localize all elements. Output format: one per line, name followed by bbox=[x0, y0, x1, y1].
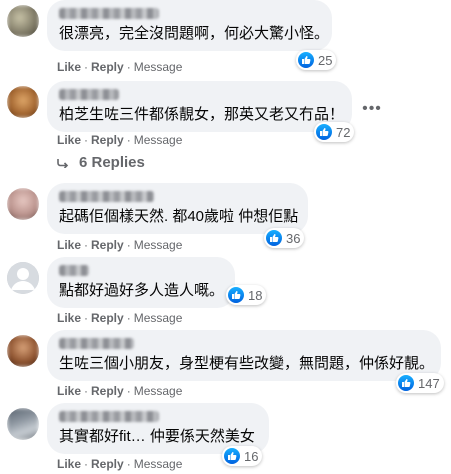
author-name-redacted[interactable] bbox=[59, 8, 159, 19]
default-avatar-icon bbox=[7, 262, 39, 294]
comment-actions: Like · Reply · Message bbox=[57, 457, 182, 471]
comment-bubble: 生咗三個小朋友，身型梗有些改變，無問題，仲係好靚。 bbox=[47, 330, 441, 381]
separator: · bbox=[84, 133, 89, 147]
separator: · bbox=[84, 311, 89, 325]
reaction-number: 147 bbox=[418, 375, 440, 391]
like-reaction-icon bbox=[266, 230, 282, 246]
reaction-number: 16 bbox=[244, 448, 259, 464]
reply-button[interactable]: Reply bbox=[91, 60, 124, 74]
comment-text: 柏芝生咗三件都係靚女，那英又老又冇品！ bbox=[59, 106, 345, 123]
reply-button[interactable]: Reply bbox=[91, 133, 124, 147]
like-reaction-icon bbox=[398, 375, 414, 391]
reaction-count[interactable]: 18 bbox=[226, 285, 267, 305]
more-horizontal-icon[interactable]: ••• bbox=[362, 99, 382, 119]
separator: · bbox=[84, 457, 89, 471]
like-reaction-icon bbox=[298, 52, 314, 68]
message-button[interactable]: Message bbox=[134, 133, 183, 147]
avatar[interactable] bbox=[7, 5, 39, 37]
reaction-number: 18 bbox=[248, 287, 263, 303]
author-name-redacted[interactable] bbox=[59, 338, 134, 349]
reaction-count[interactable]: 36 bbox=[264, 228, 305, 248]
separator: · bbox=[84, 384, 89, 398]
like-button[interactable]: Like bbox=[57, 457, 81, 471]
like-button[interactable]: Like bbox=[57, 238, 81, 252]
author-name-redacted[interactable] bbox=[59, 265, 89, 276]
view-replies-button[interactable]: 6 Replies bbox=[57, 154, 145, 171]
like-button[interactable]: Like bbox=[57, 311, 81, 325]
separator: · bbox=[84, 60, 89, 74]
reply-button[interactable]: Reply bbox=[91, 457, 124, 471]
like-reaction-icon bbox=[228, 287, 244, 303]
message-button[interactable]: Message bbox=[134, 238, 183, 252]
comment-bubble: 點都好過好多人造人嘅。 bbox=[47, 257, 235, 308]
comment-actions: Like · Reply · Message bbox=[57, 384, 182, 398]
separator: · bbox=[126, 133, 131, 147]
avatar[interactable] bbox=[7, 86, 39, 118]
separator: · bbox=[126, 457, 131, 471]
comment-text: 生咗三個小朋友，身型梗有些改變，無問題，仲係好靚。 bbox=[59, 355, 435, 372]
comment-actions: Like · Reply · Message bbox=[57, 311, 182, 325]
comment-text: 起碼佢個樣天然. 都40歲啦 仲想佢點 bbox=[59, 208, 299, 225]
like-reaction-icon bbox=[316, 124, 332, 140]
author-name-redacted[interactable] bbox=[59, 191, 154, 202]
avatar[interactable] bbox=[7, 335, 39, 367]
separator: · bbox=[84, 238, 89, 252]
like-reaction-icon bbox=[224, 448, 240, 464]
comment-text: 很漂亮，完全沒問題啊，何必大驚小怪。 bbox=[59, 25, 330, 42]
message-button[interactable]: Message bbox=[134, 60, 183, 74]
comment-actions: Like · Reply · Message bbox=[57, 133, 182, 147]
reaction-number: 25 bbox=[318, 52, 333, 68]
reaction-count[interactable]: 25 bbox=[296, 50, 337, 70]
comment-bubble: 起碼佢個樣天然. 都40歲啦 仲想佢點 bbox=[47, 183, 308, 234]
comment-actions: Like · Reply · Message bbox=[57, 60, 182, 74]
comment-text: 其實都好fit… 仲要係天然美女 bbox=[59, 428, 255, 445]
separator: · bbox=[126, 384, 131, 398]
separator: · bbox=[126, 311, 131, 325]
like-button[interactable]: Like bbox=[57, 384, 81, 398]
avatar[interactable] bbox=[7, 188, 39, 220]
comment-actions: Like · Reply · Message bbox=[57, 238, 182, 252]
separator: · bbox=[126, 60, 131, 74]
message-button[interactable]: Message bbox=[134, 457, 183, 471]
comment-bubble: 很漂亮，完全沒問題啊，何必大驚小怪。 bbox=[47, 0, 332, 51]
avatar[interactable] bbox=[7, 408, 39, 440]
comment-bubble: 柏芝生咗三件都係靚女，那英又老又冇品！ bbox=[47, 81, 352, 132]
like-button[interactable]: Like bbox=[57, 60, 81, 74]
reply-arrow-icon bbox=[57, 158, 69, 168]
replies-label: 6 Replies bbox=[79, 154, 145, 171]
reaction-number: 72 bbox=[336, 124, 351, 140]
reaction-number: 36 bbox=[286, 230, 301, 246]
avatar[interactable] bbox=[7, 262, 39, 294]
author-name-redacted[interactable] bbox=[59, 411, 159, 422]
reply-button[interactable]: Reply bbox=[91, 311, 124, 325]
reaction-count[interactable]: 147 bbox=[396, 373, 444, 393]
reply-button[interactable]: Reply bbox=[91, 384, 124, 398]
like-button[interactable]: Like bbox=[57, 133, 81, 147]
separator: · bbox=[126, 238, 131, 252]
reaction-count[interactable]: 72 bbox=[314, 122, 355, 142]
reply-button[interactable]: Reply bbox=[91, 238, 124, 252]
author-name-redacted[interactable] bbox=[59, 89, 119, 100]
comment-text: 點都好過好多人造人嘅。 bbox=[59, 282, 225, 299]
message-button[interactable]: Message bbox=[134, 384, 183, 398]
message-button[interactable]: Message bbox=[134, 311, 183, 325]
reaction-count[interactable]: 16 bbox=[222, 446, 263, 466]
